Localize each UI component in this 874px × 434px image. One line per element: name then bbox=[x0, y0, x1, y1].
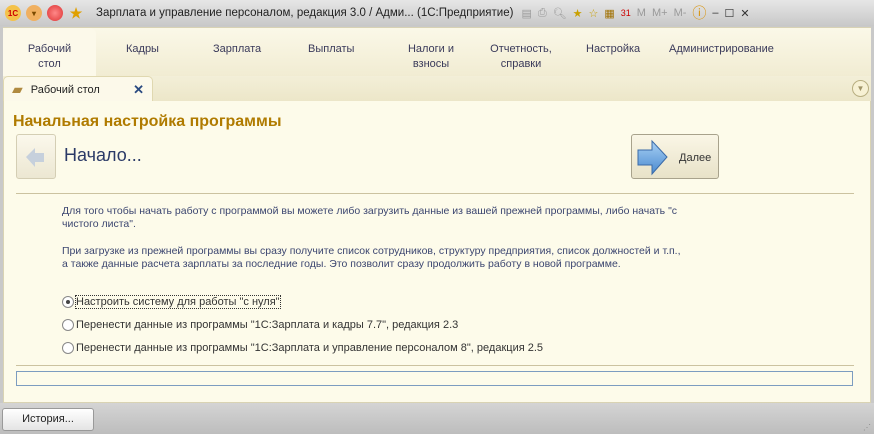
option-from-scratch[interactable]: Настроить систему для работы "с нуля" bbox=[62, 295, 281, 309]
desktop-icon: ▰ bbox=[12, 81, 23, 97]
intro-paragraph: Для того чтобы начать работу с программо… bbox=[62, 205, 678, 230]
tab-bar: ▰ Рабочий стол ✕ ▼ bbox=[3, 76, 871, 102]
sections-panel: Рабочий стол Кадры Зарплата Выплаты Нало… bbox=[3, 27, 871, 78]
form-content: Начальная настройка программы Начало... … bbox=[3, 101, 871, 403]
section-settings[interactable]: Настройка bbox=[586, 42, 640, 57]
minimize-icon[interactable]: – bbox=[712, 7, 718, 19]
divider bbox=[16, 193, 854, 194]
print-icon[interactable]: ⎙ bbox=[538, 7, 547, 20]
radio-unselected[interactable] bbox=[62, 342, 74, 354]
radio-selected[interactable] bbox=[62, 296, 74, 308]
arrow-right-icon bbox=[637, 139, 668, 176]
favorites-icon[interactable]: ☆ bbox=[589, 7, 599, 20]
stop-icon[interactable] bbox=[47, 5, 63, 21]
memory-mplus-button[interactable]: M+ bbox=[652, 7, 668, 19]
memory-mminus-button[interactable]: M- bbox=[674, 7, 687, 19]
step-title: Начало... bbox=[64, 145, 142, 165]
menu-dropdown-icon[interactable]: ▾ bbox=[26, 5, 42, 21]
section-taxes[interactable]: Налоги и взносы bbox=[401, 42, 461, 72]
form-title: Начальная настройка программы bbox=[13, 113, 282, 130]
close-window-icon[interactable]: ✕ bbox=[740, 7, 749, 20]
status-bar: История... ⋰ bbox=[0, 403, 874, 434]
section-personnel[interactable]: Кадры bbox=[126, 42, 159, 57]
back-button[interactable] bbox=[16, 134, 56, 179]
section-reports[interactable]: Отчетность, справки bbox=[486, 42, 556, 72]
maximize-icon[interactable]: ☐ bbox=[725, 7, 735, 20]
calculator-icon[interactable]: ▦ bbox=[604, 7, 614, 20]
section-administration[interactable]: Администрирование bbox=[669, 42, 774, 57]
add-favorite-icon[interactable]: ★ bbox=[573, 7, 583, 20]
memory-m-button[interactable]: M bbox=[637, 7, 646, 19]
section-payments[interactable]: Выплаты bbox=[308, 42, 354, 57]
progress-bar bbox=[16, 371, 853, 386]
logo-icon[interactable]: 1С bbox=[5, 5, 21, 21]
option-migrate-77[interactable]: Перенести данные из программы "1С:Зарпла… bbox=[62, 319, 458, 331]
details-paragraph: При загрузке из прежней программы вы сра… bbox=[62, 245, 681, 270]
tab-desktop[interactable]: ▰ Рабочий стол ✕ bbox=[3, 76, 153, 102]
option-migrate-zup8[interactable]: Перенести данные из программы "1С:Зарпла… bbox=[62, 342, 543, 354]
calendar-icon[interactable]: 31 bbox=[621, 8, 631, 18]
arrow-left-icon bbox=[26, 148, 44, 167]
preview-icon[interactable]: 🔍︎ bbox=[553, 7, 567, 20]
section-desktop[interactable]: Рабочий стол bbox=[3, 28, 96, 78]
next-button[interactable]: Далее bbox=[631, 134, 719, 179]
save-icon[interactable]: ▤ bbox=[521, 7, 531, 20]
divider bbox=[16, 365, 854, 366]
close-tab-icon[interactable]: ✕ bbox=[133, 82, 144, 98]
history-button[interactable]: История... bbox=[2, 408, 94, 431]
tabs-dropdown-icon[interactable]: ▼ bbox=[852, 80, 869, 97]
info-icon[interactable]: ⓘ bbox=[692, 3, 706, 23]
title-bar: 1С ▾ ★ Зарплата и управление персоналом,… bbox=[0, 0, 874, 26]
resize-grip-icon[interactable]: ⋰ bbox=[863, 423, 871, 432]
window-title: Зарплата и управление персоналом, редакц… bbox=[96, 7, 514, 19]
favorites-star-icon[interactable]: ★ bbox=[68, 5, 84, 21]
tab-label: Рабочий стол bbox=[30, 83, 100, 96]
radio-unselected[interactable] bbox=[62, 319, 74, 331]
section-salary[interactable]: Зарплата bbox=[213, 42, 261, 57]
next-label: Далее bbox=[679, 152, 712, 164]
